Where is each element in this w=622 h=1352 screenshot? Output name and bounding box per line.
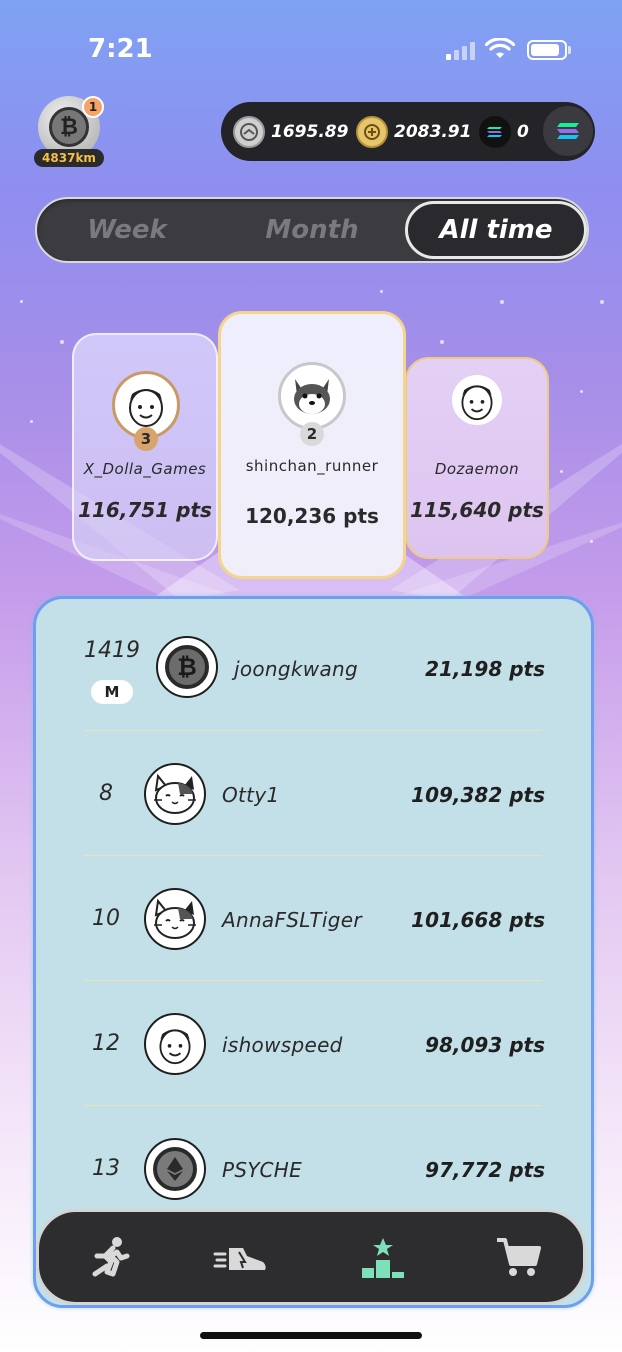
cart-icon xyxy=(497,1238,541,1276)
wallet-item-solana: 0 xyxy=(479,115,529,148)
medal-badge: M xyxy=(91,680,133,704)
row-rank: 1419 xyxy=(84,638,140,663)
podium-points-second: 120,236 pts xyxy=(245,504,379,528)
leaderboard-icon xyxy=(362,1238,404,1278)
cat-avatar-icon xyxy=(144,888,206,950)
row-rank: 13 xyxy=(92,1156,120,1181)
profile-avatar[interactable]: ₿ 1 4837km xyxy=(34,96,108,170)
wallet-bar[interactable]: 1695.89 2083.91 0 xyxy=(221,102,595,161)
solana-icon xyxy=(557,123,579,139)
sparkle xyxy=(20,300,23,303)
battery-tip xyxy=(568,46,571,54)
shoe-token-icon xyxy=(233,115,265,148)
sparkle xyxy=(500,300,504,304)
podium-card-first[interactable]: Dozaemon 115,640 pts xyxy=(405,357,549,559)
podium-points-first: 115,640 pts xyxy=(410,498,544,522)
row-points: 101,668 pts xyxy=(411,908,545,932)
podium-card-third[interactable]: 3 X_Dolla_Games 116,751 pts xyxy=(72,333,218,561)
status-time: 7:21 xyxy=(88,34,153,64)
gold-token-balance: 2083.91 xyxy=(394,121,472,142)
row-points: 21,198 pts xyxy=(425,657,545,681)
home-indicator xyxy=(200,1332,422,1339)
leaderboard-row-current-user[interactable]: 1419 M ₿ joongkwang 21,198 pts xyxy=(36,604,591,729)
sparkle xyxy=(560,470,563,473)
podium-name-third: X_Dolla_Games xyxy=(83,460,207,478)
status-bar: 7:21 xyxy=(0,0,622,100)
nav-run[interactable] xyxy=(77,1226,141,1290)
podium-name-second: shinchan_runner xyxy=(245,457,379,475)
leaderboard-row[interactable]: 12 ishowspeed 98,093 pts xyxy=(36,980,591,1105)
sparkle xyxy=(60,340,64,344)
ethereum-avatar-icon xyxy=(144,1138,206,1200)
runner-icon xyxy=(92,1237,130,1277)
row-name: Otty1 xyxy=(222,783,280,807)
tab-all-time[interactable]: All time xyxy=(405,201,587,259)
sparkle xyxy=(580,390,583,393)
chain-select-button[interactable] xyxy=(543,106,593,156)
podium-card-second[interactable]: 2 shinchan_runner 120,236 pts xyxy=(218,311,406,579)
row-name: ishowspeed xyxy=(222,1033,343,1057)
row-points: 98,093 pts xyxy=(425,1033,545,1057)
shoe-token-balance: 1695.89 xyxy=(271,121,349,142)
gold-token-icon xyxy=(356,115,388,148)
dog-avatar-icon xyxy=(278,362,346,430)
wallet-item-gold-token: 2083.91 xyxy=(356,115,472,148)
signal-icon xyxy=(446,40,476,60)
rank-chip-third: 3 xyxy=(134,427,158,451)
solana-icon xyxy=(479,115,511,148)
face-avatar-icon xyxy=(452,375,502,425)
nav-sneakers[interactable] xyxy=(209,1226,273,1290)
podium-name-first: Dozaemon xyxy=(434,460,520,478)
nav-shop[interactable] xyxy=(487,1226,551,1290)
sparkle xyxy=(30,420,33,423)
solana-balance: 0 xyxy=(517,121,529,142)
distance-badge: 4837km xyxy=(34,149,104,167)
row-name: joongkwang xyxy=(234,657,358,681)
row-rank: 10 xyxy=(92,906,120,931)
tab-month[interactable]: Month xyxy=(227,199,397,261)
row-points: 109,382 pts xyxy=(411,783,545,807)
row-rank: 8 xyxy=(99,781,113,806)
row-points: 97,772 pts xyxy=(425,1158,545,1182)
sparkle xyxy=(440,340,444,344)
leaderboard-list[interactable]: 1419 M ₿ joongkwang 21,198 pts 8 Otty1 1… xyxy=(33,596,594,1308)
wallet-item-shoe-token: 1695.89 xyxy=(233,115,349,148)
cat-avatar-icon xyxy=(144,763,206,825)
face-avatar-icon xyxy=(144,1013,206,1075)
sparkle xyxy=(590,540,593,543)
sparkle xyxy=(380,290,383,293)
tab-week[interactable]: Week xyxy=(37,199,217,261)
podium-points-third: 116,751 pts xyxy=(78,498,212,522)
bottom-nav xyxy=(36,1209,586,1305)
row-rank: 12 xyxy=(92,1031,120,1056)
leaderboard-row[interactable]: 8 Otty1 109,382 pts xyxy=(36,730,591,855)
battery-icon xyxy=(527,40,567,60)
row-name: AnnaFSLTiger xyxy=(222,908,362,932)
leaderboard-row[interactable]: 10 AnnaFSLTiger 101,668 pts xyxy=(36,855,591,980)
nav-leaderboard[interactable] xyxy=(351,1226,415,1290)
row-name: PSYCHE xyxy=(222,1158,303,1182)
notification-badge: 1 xyxy=(82,96,104,118)
bitcoin-avatar-icon: ₿ xyxy=(156,636,218,698)
sneaker-icon xyxy=(213,1248,266,1270)
wifi-icon xyxy=(485,38,515,58)
period-tabs: Week Month All time xyxy=(35,197,589,263)
sparkle xyxy=(600,300,604,304)
rank-chip-second: 2 xyxy=(300,422,324,446)
